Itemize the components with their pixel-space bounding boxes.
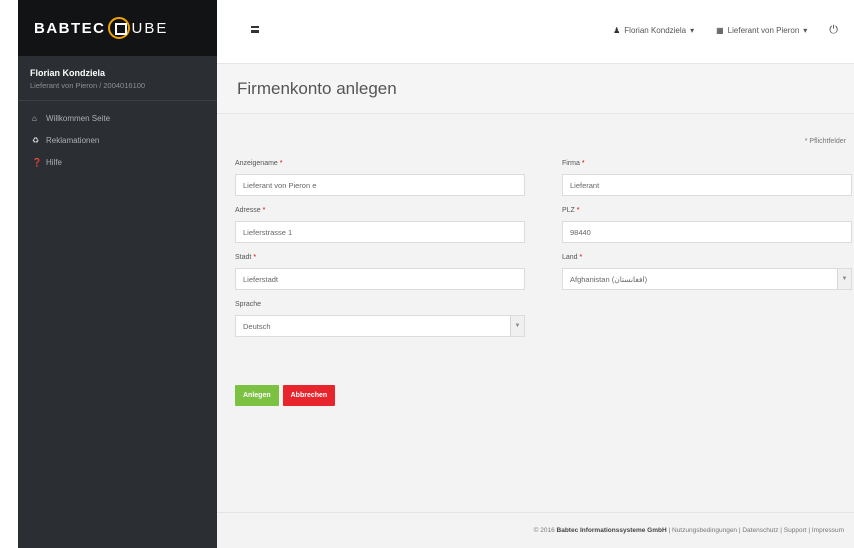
required-marker: * (579, 254, 583, 261)
firma-input[interactable]: Lieferant (562, 174, 852, 196)
help-icon: ❓ (32, 157, 42, 167)
adresse-field-group: Adresse * Lieferstrasse 1 (235, 207, 525, 243)
stadt-input[interactable]: Lieferstadt (235, 268, 525, 290)
required-marker: * (262, 207, 266, 214)
user-panel: Florian Kondziela Lieferant von Pieron /… (18, 56, 217, 101)
user-icon: ♟ (613, 26, 621, 35)
select-arrow-icon[interactable]: ▼ (837, 269, 851, 289)
land-select[interactable]: Afghanistan (افغانستان) ▼ (562, 268, 852, 290)
recycle-icon: ♻ (32, 135, 40, 145)
required-fields-note: * Pflichtfelder (804, 138, 846, 145)
logo-text-babtec: BABTEC (34, 19, 106, 37)
cancel-button[interactable]: Abbrechen (282, 385, 336, 406)
top-right-menu: ♟ Florian Kondziela ▾ ▦ Lieferant von Pi… (613, 24, 854, 37)
company-menu-label: Lieferant von Pieron (727, 26, 800, 35)
sidebar-item-reklamationen[interactable]: ♻ Reklamationen (18, 129, 217, 151)
footer: © 2016 Babtec Informationssysteme GmbH |… (217, 512, 854, 548)
top-bar: ♟ Florian Kondziela ▾ ▦ Lieferant von Pi… (217, 0, 854, 64)
chevron-down-icon: ▾ (803, 26, 808, 35)
anzeigename-input[interactable]: Lieferant von Pieron e (235, 174, 525, 196)
anzeigename-label: Anzeigename (235, 160, 278, 167)
sprache-label: Sprache (235, 301, 262, 308)
footer-links[interactable]: | Nutzungsbedingungen | Datenschutz | Su… (669, 527, 845, 534)
company-account-form: Anzeigename * Lieferant von Pieron e Fir… (235, 160, 852, 348)
sprache-field-group: Sprache Deutsch ▼ (235, 301, 525, 337)
select-arrow-icon[interactable]: ▼ (510, 316, 524, 336)
user-menu[interactable]: ♟ Florian Kondziela ▾ (613, 26, 694, 35)
sidebar: BABTEC UBE Florian Kondziela Lieferant v… (18, 0, 217, 548)
cube-logo-icon (106, 17, 132, 39)
babtec-cube-logo[interactable]: BABTEC UBE (18, 0, 217, 56)
sprache-select-value: Deutsch (243, 321, 271, 331)
sidebar-item-label: Willkommen Seite (46, 113, 111, 123)
user-name: Florian Kondziela (30, 68, 106, 78)
stadt-label: Stadt (235, 254, 252, 261)
land-select-value: Afghanistan (افغانستان) (570, 274, 648, 284)
sidebar-item-hilfe[interactable]: ❓ Hilfe (18, 151, 217, 173)
page-title: Firmenkonto anlegen (217, 64, 854, 114)
firma-field-group: Firma * Lieferant (562, 160, 852, 196)
logo-text-ube: UBE (131, 19, 169, 37)
plz-field-group: PLZ * 98440 (562, 207, 852, 243)
required-marker: * (253, 254, 257, 261)
menu-toggle-icon[interactable] (251, 26, 259, 33)
company-menu[interactable]: ▦ Lieferant von Pieron ▾ (716, 26, 807, 35)
home-icon: ⌂ (32, 113, 37, 123)
chevron-down-icon: ▾ (690, 26, 695, 35)
form-panel: * Pflichtfelder Anzeigename * Lieferant … (217, 114, 854, 512)
adresse-label: Adresse (235, 207, 261, 214)
footer-company: Babtec Informationssysteme GmbH (556, 527, 667, 534)
required-marker: * (279, 160, 283, 167)
required-marker: * (581, 160, 585, 167)
building-icon: ▦ (716, 26, 724, 35)
sidebar-item-willkommen[interactable]: ⌂ Willkommen Seite (18, 107, 217, 129)
user-menu-label: Florian Kondziela (624, 26, 687, 35)
user-subtitle: Lieferant von Pieron / 2004016100 (30, 81, 146, 90)
anzeigename-field-group: Anzeigename * Lieferant von Pieron e (235, 160, 525, 196)
land-field-group: Land * Afghanistan (افغانستان) ▼ (562, 254, 852, 290)
sprache-select[interactable]: Deutsch ▼ (235, 315, 525, 337)
plz-label: PLZ (562, 207, 575, 214)
footer-copyright: © 2016 (533, 527, 555, 534)
form-actions: Anlegen Abbrechen (235, 385, 339, 406)
required-marker: * (576, 207, 580, 214)
sidebar-nav: ⌂ Willkommen Seite ♻ Reklamationen ❓ Hil… (18, 101, 217, 173)
sidebar-item-label: Reklamationen (46, 135, 100, 145)
firma-label: Firma (562, 160, 580, 167)
stadt-field-group: Stadt * Lieferstadt (235, 254, 525, 290)
plz-input[interactable]: 98440 (562, 221, 852, 243)
save-button[interactable]: Anlegen (235, 385, 279, 406)
sidebar-item-label: Hilfe (46, 157, 63, 167)
land-label: Land (562, 254, 578, 261)
adresse-input[interactable]: Lieferstrasse 1 (235, 221, 525, 243)
power-icon[interactable]: ⏻ (829, 24, 838, 37)
